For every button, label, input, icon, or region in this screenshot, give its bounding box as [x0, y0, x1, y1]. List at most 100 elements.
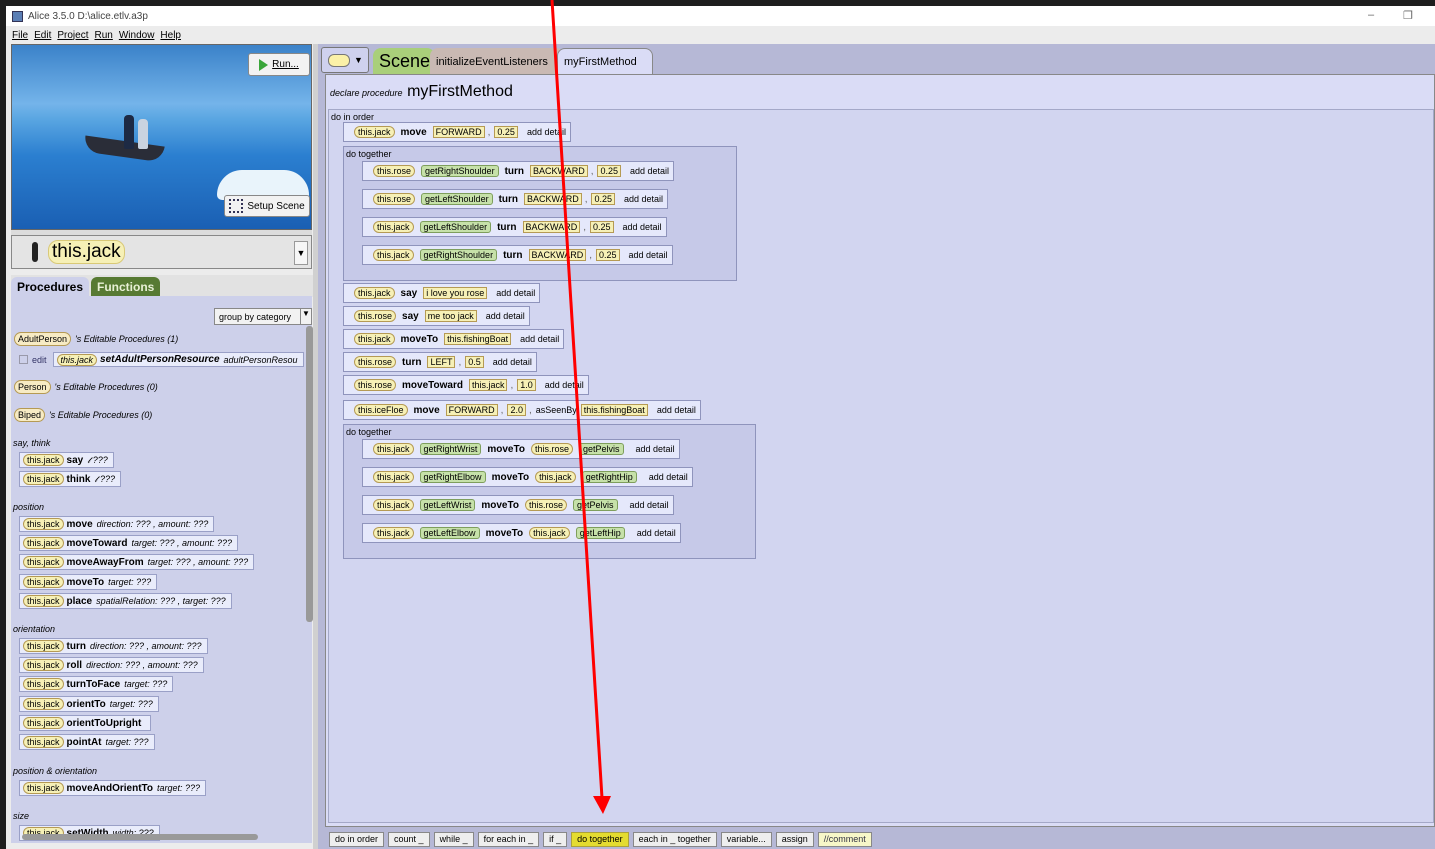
- assign-tile[interactable]: assign: [775, 831, 814, 847]
- alice-window: Alice 3.5.0 D:\alice.etlv.a3p – ❐ File E…: [6, 6, 1435, 849]
- menu-edit[interactable]: Edit: [34, 30, 51, 41]
- statement-jack-right-shoulder-turn[interactable]: this.jack getRightShoulder turn BACKWARD, 0.…: [362, 245, 673, 265]
- menu-project[interactable]: Project: [57, 30, 88, 41]
- function-pill: getRightShoulder: [421, 165, 499, 177]
- tile-turn[interactable]: this.jack turn direction: ??? , amount: ??…: [19, 638, 208, 654]
- for-each-in-tile[interactable]: for each in _: [477, 831, 540, 847]
- method-name: pointAt: [66, 736, 102, 748]
- tile-place[interactable]: this.jack place spatialRelation: ??? , tar…: [19, 593, 232, 609]
- statement-rose-right-shoulder-turn[interactable]: this.rose getRightShoulder turn BACKWARD, 0.…: [362, 161, 675, 181]
- do-together-tile[interactable]: do together: [571, 831, 629, 847]
- argument-value: 2.0: [507, 404, 526, 416]
- add-detail-link: add detail: [656, 405, 696, 415]
- tile-turntoface[interactable]: this.jack turnToFace target: ???: [19, 676, 174, 692]
- edit-link[interactable]: edit: [32, 355, 47, 365]
- statement-jack-right-wrist-moveto[interactable]: this.jack getRightWrist moveTo this.rose get…: [362, 439, 680, 459]
- function-pill: getRightWrist: [419, 443, 482, 455]
- tile-move[interactable]: this.jack move direction: ??? , amount: ??…: [19, 516, 215, 532]
- statement-jack-left-shoulder-turn[interactable]: this.jack getLeftShoulder turn BACKWARD, 0.2…: [362, 217, 667, 237]
- run-button[interactable]: Run...: [248, 53, 310, 76]
- tile-orienttoupright[interactable]: this.jack orientToUpright: [19, 715, 152, 731]
- parameter-label: target: ??? , amount: ???: [147, 557, 249, 567]
- each-in-together-tile[interactable]: each in _ together: [632, 831, 717, 847]
- variable-tile[interactable]: variable...: [720, 831, 772, 847]
- menu-window[interactable]: Window: [119, 30, 155, 41]
- tab-functions[interactable]: Functions: [91, 277, 161, 297]
- object-pill: this.jack: [23, 678, 64, 690]
- while-tile[interactable]: while _: [433, 831, 474, 847]
- statement-rose-turn[interactable]: this.rose turn LEFT, 0.5 add detail: [343, 352, 537, 372]
- statement-jack-say[interactable]: this.jack say i love you rose add detail: [343, 283, 541, 303]
- statement-jack-right-elbow-moveto[interactable]: this.jack getRightElbow moveTo this.jack get…: [362, 467, 693, 487]
- tab-my-first-method[interactable]: myFirstMethod: [557, 48, 653, 75]
- procedures-hscrollbar[interactable]: [22, 834, 258, 840]
- if-tile[interactable]: if _: [543, 831, 568, 847]
- setup-scene-button[interactable]: Setup Scene: [224, 195, 310, 217]
- method-name: say: [66, 454, 84, 466]
- group-by-select[interactable]: group by category ▼: [214, 308, 312, 325]
- method-name: moveToward: [402, 379, 463, 391]
- object-pill: this.rose: [524, 499, 567, 511]
- argument-value: me too jack: [424, 310, 477, 322]
- type-selector[interactable]: ▼: [321, 47, 369, 73]
- menu-file[interactable]: File: [12, 30, 28, 41]
- scene-preview[interactable]: Run... Setup Scene: [11, 44, 312, 230]
- procedure-tile[interactable]: this.jack setAdultPersonResource adultPers…: [52, 352, 304, 367]
- statement-rose-movetoward[interactable]: this.rose moveToward this.jack, 1.0 add deta…: [343, 375, 589, 395]
- class-row-person: Person's Editable Procedures (0): [14, 380, 158, 394]
- checkbox-icon[interactable]: [19, 355, 28, 364]
- procedure-function-tabs: Procedures Functions: [11, 275, 317, 297]
- chevron-down-icon[interactable]: ▼: [294, 241, 308, 265]
- section-orientation: orientation: [13, 624, 56, 634]
- comment-tile[interactable]: //comment: [817, 831, 872, 847]
- object-pill: this.jack: [354, 333, 395, 345]
- add-detail-link: add detail: [622, 222, 662, 232]
- statement-rose-left-shoulder-turn[interactable]: this.rose getLeftShoulder turn BACKWARD, 0.2…: [362, 189, 669, 209]
- code-area: declare procedure myFirstMethod do in or…: [325, 74, 1435, 827]
- statement-jack-move[interactable]: this.jack move FORWARD, 0.25 add detail: [343, 122, 571, 142]
- method-name: say: [400, 287, 418, 299]
- object-pill: this.jack: [23, 473, 64, 485]
- do-together-block[interactable]: do together this.rose getRightShoulder tur…: [343, 146, 737, 281]
- tab-scene[interactable]: Scene: [373, 48, 435, 75]
- tile-movetoward[interactable]: this.jack moveToward target: ??? , amount:…: [19, 535, 239, 551]
- argument-value: FORWARD: [445, 404, 498, 416]
- tile-moveandorientto[interactable]: this.jack moveAndOrientTo target: ???: [19, 780, 207, 796]
- tile-orientto[interactable]: this.jack orientTo target: ???: [19, 696, 159, 712]
- object-pill: this.jack: [23, 782, 64, 794]
- do-in-order-tile[interactable]: do in order: [329, 831, 385, 847]
- class-pill[interactable]: Person: [14, 380, 51, 394]
- object-pill: this.jack: [354, 126, 395, 138]
- restore-button[interactable]: ❐: [1403, 9, 1413, 22]
- class-pill[interactable]: AdultPerson: [14, 332, 72, 346]
- menu-help[interactable]: Help: [160, 30, 181, 41]
- class-pill[interactable]: Biped: [14, 408, 46, 422]
- do-in-order-block[interactable]: do in order this.jack move FORWARD, 0.25 add…: [328, 109, 1434, 823]
- statement-rose-say[interactable]: this.rose say me too jack add detail: [343, 306, 530, 326]
- procedures-scrollbar[interactable]: [306, 326, 313, 622]
- tile-pointat[interactable]: this.jack pointAt target: ???: [19, 734, 155, 750]
- tile-moveto[interactable]: this.jack moveTo target: ???: [19, 574, 158, 590]
- menu-run[interactable]: Run: [94, 30, 112, 41]
- object-pill: this.jack: [535, 471, 576, 483]
- section-position: position: [13, 502, 45, 512]
- statement-jack-left-wrist-moveto[interactable]: this.jack getLeftWrist moveTo this.rose getP…: [362, 495, 674, 515]
- add-detail-link: add detail: [520, 334, 560, 344]
- minimize-button[interactable]: –: [1368, 9, 1374, 21]
- tile-roll[interactable]: this.jack roll direction: ??? , amount: ??…: [19, 657, 204, 673]
- tab-procedures[interactable]: Procedures: [11, 277, 90, 297]
- tile-think[interactable]: this.jack think 𝓉 ???: [19, 471, 121, 487]
- separator: ,: [584, 193, 588, 205]
- tab-initialize-event-listeners[interactable]: initializeEventListeners: [430, 48, 564, 75]
- tile-say[interactable]: this.jack say 𝓉 ???: [19, 452, 114, 468]
- statement-jack-left-elbow-moveto[interactable]: this.jack getLeftElbow moveTo this.jack getL…: [362, 523, 681, 543]
- tile-moveawayfrom[interactable]: this.jack moveAwayFrom target: ??? , amoun…: [19, 554, 255, 570]
- object-selector[interactable]: this.jack ▼: [11, 235, 312, 269]
- parameter-label: direction: ??? , amount: ???: [86, 660, 198, 670]
- method-name: turn: [402, 356, 422, 368]
- statement-icefloe-move[interactable]: this.iceFloe move FORWARD, 2.0, asSeenBy this…: [343, 400, 701, 420]
- statement-jack-moveto[interactable]: this.jack moveTo this.fishingBoat add detai…: [343, 329, 565, 349]
- method-name: turnToFace: [66, 678, 121, 690]
- count-tile[interactable]: count _: [388, 831, 430, 847]
- do-together-block-2[interactable]: do together this.jack getRightWrist moveTo…: [343, 424, 756, 559]
